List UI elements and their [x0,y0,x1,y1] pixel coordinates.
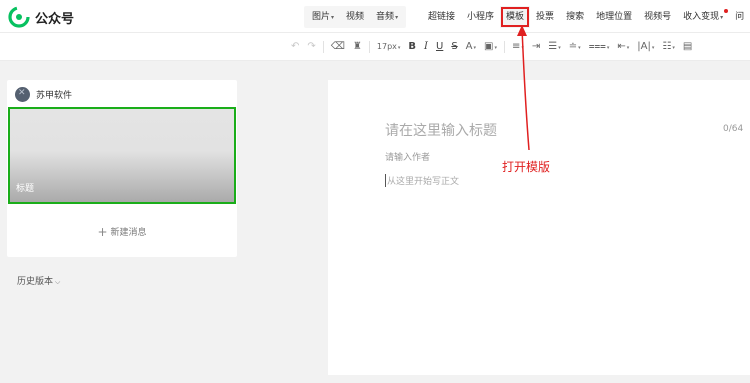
menu-audio[interactable]: 音频▾ [370,6,404,28]
notification-dot [724,9,729,13]
font-color-icon[interactable]: A▾ [462,39,480,56]
account-row: 苏甲软件 [15,86,72,102]
account-name: 苏甲软件 [36,90,73,101]
bold-icon[interactable]: B [404,39,420,55]
bulleted-list-icon[interactable]: ☷▾ [658,39,678,56]
underline-icon[interactable]: U [432,39,447,55]
indent-icon[interactable]: ⇥ [528,39,544,55]
article-title: 标题 [16,184,35,194]
new-message-button[interactable]: + 新建消息 [7,225,237,239]
top-bar: 公众号 图片▾ 视频 音频▾ 超链接 小程序 模板 投票 搜索 地理位置 视频号… [0,0,750,33]
chevron-down-icon: ▾ [331,14,335,21]
body-input[interactable]: 从这里开始写正文 [385,174,459,187]
menu-question[interactable]: 问 [729,6,750,28]
avatar [15,86,30,102]
undo-icon[interactable]: ↶ [287,39,303,55]
menu-channels[interactable]: 视频号 [638,6,677,28]
font-size-select[interactable]: 17px▾ [373,39,405,56]
menu-image[interactable]: 图片▾ [306,6,340,28]
wechat-mp-logo-icon[interactable] [8,6,30,28]
brand-title: 公众号 [35,12,75,27]
annotation-label: 打开模版 [502,160,551,174]
chevron-down-icon: ⌵ [55,278,61,286]
background-color-icon[interactable]: ▣▾ [480,39,501,56]
toolbar-divider [322,41,324,53]
chevron-down-icon: ▾ [397,44,401,51]
plus-icon: + [97,225,108,239]
toolbar-divider [368,41,370,53]
menu-mini-program[interactable]: 小程序 [461,6,500,28]
redo-icon[interactable]: ↷ [303,39,319,55]
format-toolbar: ↶ ↷ ⌫ ♜ 17px▾ B I U S A▾ ▣▾ ≡▾ ⇥ ☰▾ ≐▾ ⩶… [0,33,750,61]
strikethrough-icon[interactable]: S [447,39,461,55]
format-painter-icon[interactable]: ♜ [349,39,366,55]
toolbar-divider [504,41,505,53]
article-list-card: 苏甲软件 标题 +新建消息 [7,80,237,257]
title-counter: 0/64 [723,124,744,134]
clear-format-icon[interactable]: ⌫ [327,39,349,55]
chevron-down-icon: ▾ [395,14,399,21]
menu-monetization[interactable]: 收入变现▾ [677,6,729,28]
history-version-button[interactable]: 历史版本 ⌵ [17,274,60,287]
text-width-icon[interactable]: |A|▾ [633,39,658,56]
menu-location[interactable]: 地理位置 [590,6,638,28]
letter-spacing-icon[interactable]: ⇤▾ [613,39,633,56]
article-cover-item[interactable]: 标题 [8,107,236,204]
chevron-down-icon: ▾ [720,14,724,21]
menu-hyperlink[interactable]: 超链接 [422,6,461,28]
align-center-icon[interactable]: ☰▾ [544,39,564,56]
menu-video[interactable]: 视频 [340,6,370,28]
line-height-icon[interactable]: ≐▾ [565,39,585,56]
title-input[interactable]: 请在这里输入标题 [385,120,497,140]
align-left-icon[interactable]: ≡▾ [508,39,528,56]
more-icon[interactable]: ▤ [679,39,696,55]
menu-vote[interactable]: 投票 [530,6,560,28]
italic-icon[interactable]: I [420,39,432,55]
menu-template[interactable]: 模板 [500,6,531,28]
author-input[interactable]: 请输入作者 [385,150,430,163]
menu-search[interactable]: 搜索 [560,6,590,28]
paragraph-spacing-icon[interactable]: ⩶▾ [585,39,614,56]
new-message-label: 新建消息 [110,228,147,238]
media-menu: 图片▾ 视频 音频▾ [304,6,407,28]
insert-menu: 超链接 小程序 模板 投票 搜索 地理位置 视频号 收入变现▾ 问 [420,6,750,28]
editor-area[interactable]: 请在这里输入标题 0/64 请输入作者 从这里开始写正文 [328,80,750,375]
